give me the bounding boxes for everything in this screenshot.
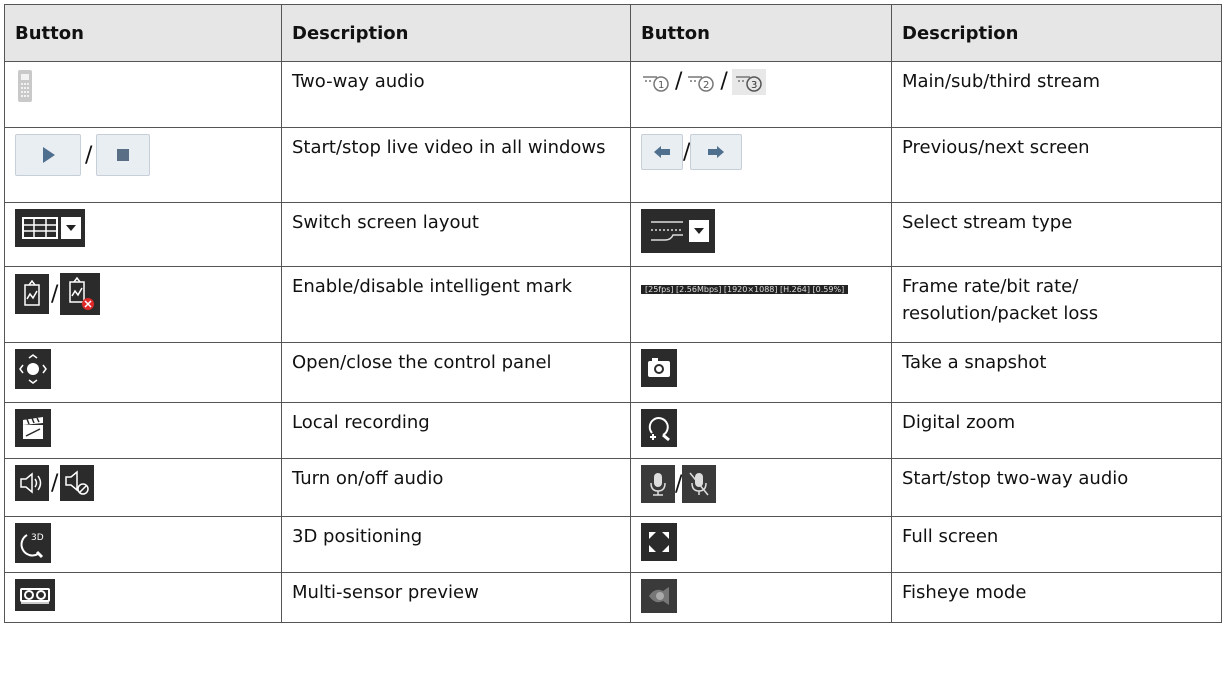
table-row: / Turn on/off audio / Start/stop two-way… <box>4 458 1222 517</box>
desc-stream: Main/sub/third stream <box>891 61 1222 128</box>
prev-next-icons: / <box>641 134 743 170</box>
svg-text:2: 2 <box>703 80 709 91</box>
audio-off-icon <box>60 465 95 501</box>
zoom-icon <box>641 409 677 447</box>
separator: / <box>51 470 59 496</box>
desc-multi-sensor: Multi-sensor preview <box>281 572 631 623</box>
main-stream-icon: 1 <box>641 70 671 94</box>
header-row: Button Description Button Description <box>4 4 1222 62</box>
desc-local-recording: Local recording <box>281 402 631 459</box>
desc-frame-rate: Frame rate/bit rate/ resolution/packet l… <box>891 266 1222 343</box>
desc-intelligent-mark: Enable/disable intelligent mark <box>281 266 631 343</box>
phone-icon <box>15 68 35 104</box>
svg-text:3: 3 <box>751 80 757 91</box>
table-row: / Enable/disable intelligent mark [25fps… <box>4 266 1222 343</box>
header-description-2: Description <box>891 4 1222 62</box>
header-button-2: Button <box>630 4 892 62</box>
table-row: Multi-sensor preview Fisheye mode <box>4 572 1222 623</box>
table-row: / Start/stop live video in all windows /… <box>4 127 1222 203</box>
play-icon <box>15 134 81 176</box>
control-panel-icon <box>15 349 51 389</box>
desc-control-panel: Open/close the control panel <box>281 342 631 403</box>
mic-off-icon <box>682 465 717 503</box>
audio-on-icon <box>15 465 49 501</box>
fullscreen-icon <box>641 523 677 561</box>
header-description-1: Description <box>281 4 631 62</box>
camera-icon <box>641 349 677 387</box>
table-row: Two-way audio 1 / 2 / 3 Main/sub/third s… <box>4 61 1222 128</box>
intelligent-mark-icons: / <box>15 273 101 315</box>
separator: / <box>85 142 93 168</box>
desc-fisheye: Fisheye mode <box>891 572 1222 623</box>
separator: / <box>675 471 683 497</box>
grid-layout-icon <box>15 209 85 247</box>
desc-two-way-audio-toggle: Start/stop two-way audio <box>891 458 1222 517</box>
desc-3d-positioning: 3D positioning <box>281 516 631 573</box>
intelligent-mark-disable-icon <box>60 273 101 315</box>
svg-text:1: 1 <box>658 80 664 91</box>
desc-digital-zoom: Digital zoom <box>891 402 1222 459</box>
stop-icon <box>96 134 151 176</box>
clapper-icon <box>15 409 51 447</box>
separator: / <box>51 281 59 307</box>
desc-start-stop-live: Start/stop live video in all windows <box>281 127 631 203</box>
speaker-icons: / <box>15 465 95 501</box>
sub-stream-icon: 2 <box>686 70 716 94</box>
multi-sensor-icon <box>15 579 55 611</box>
stream-type-icon <box>641 209 715 253</box>
table-row: Local recording Digital zoom <box>4 402 1222 459</box>
mic-icons: / <box>641 465 717 503</box>
stats-overlay: [25fps] [2.56Mbps] [1920×1088] [H.264] [… <box>641 285 849 294</box>
third-stream-icon: 3 <box>731 68 766 95</box>
separator: / <box>675 69 683 94</box>
desc-audio: Turn on/off audio <box>281 458 631 517</box>
desc-snapshot: Take a snapshot <box>891 342 1222 403</box>
3d-positioning-icon: 3D <box>15 523 51 563</box>
desc-stream-type: Select stream type <box>891 202 1222 267</box>
button-description-table: Button Description Button Description Tw… <box>4 4 1222 623</box>
mic-on-icon <box>641 465 675 503</box>
table-row: Switch screen layout Select stream type <box>4 202 1222 267</box>
header-button-1: Button <box>4 4 282 62</box>
fisheye-icon <box>641 579 677 613</box>
previous-icon <box>641 134 683 170</box>
desc-two-way-audio: Two-way audio <box>281 61 631 128</box>
stream-select-icons: 1 / 2 / 3 <box>641 68 766 95</box>
table-row: 3D 3D positioning Full screen <box>4 516 1222 573</box>
desc-switch-layout: Switch screen layout <box>281 202 631 267</box>
separator: / <box>683 139 691 165</box>
table-row: Open/close the control panel Take a snap… <box>4 342 1222 403</box>
next-icon <box>690 134 743 170</box>
3d-label: 3D <box>31 533 44 543</box>
desc-prev-next: Previous/next screen <box>891 127 1222 203</box>
separator: / <box>720 69 728 94</box>
play-stop-icons: / <box>15 134 151 176</box>
desc-full-screen: Full screen <box>891 516 1222 573</box>
intelligent-mark-enable-icon <box>15 274 49 314</box>
